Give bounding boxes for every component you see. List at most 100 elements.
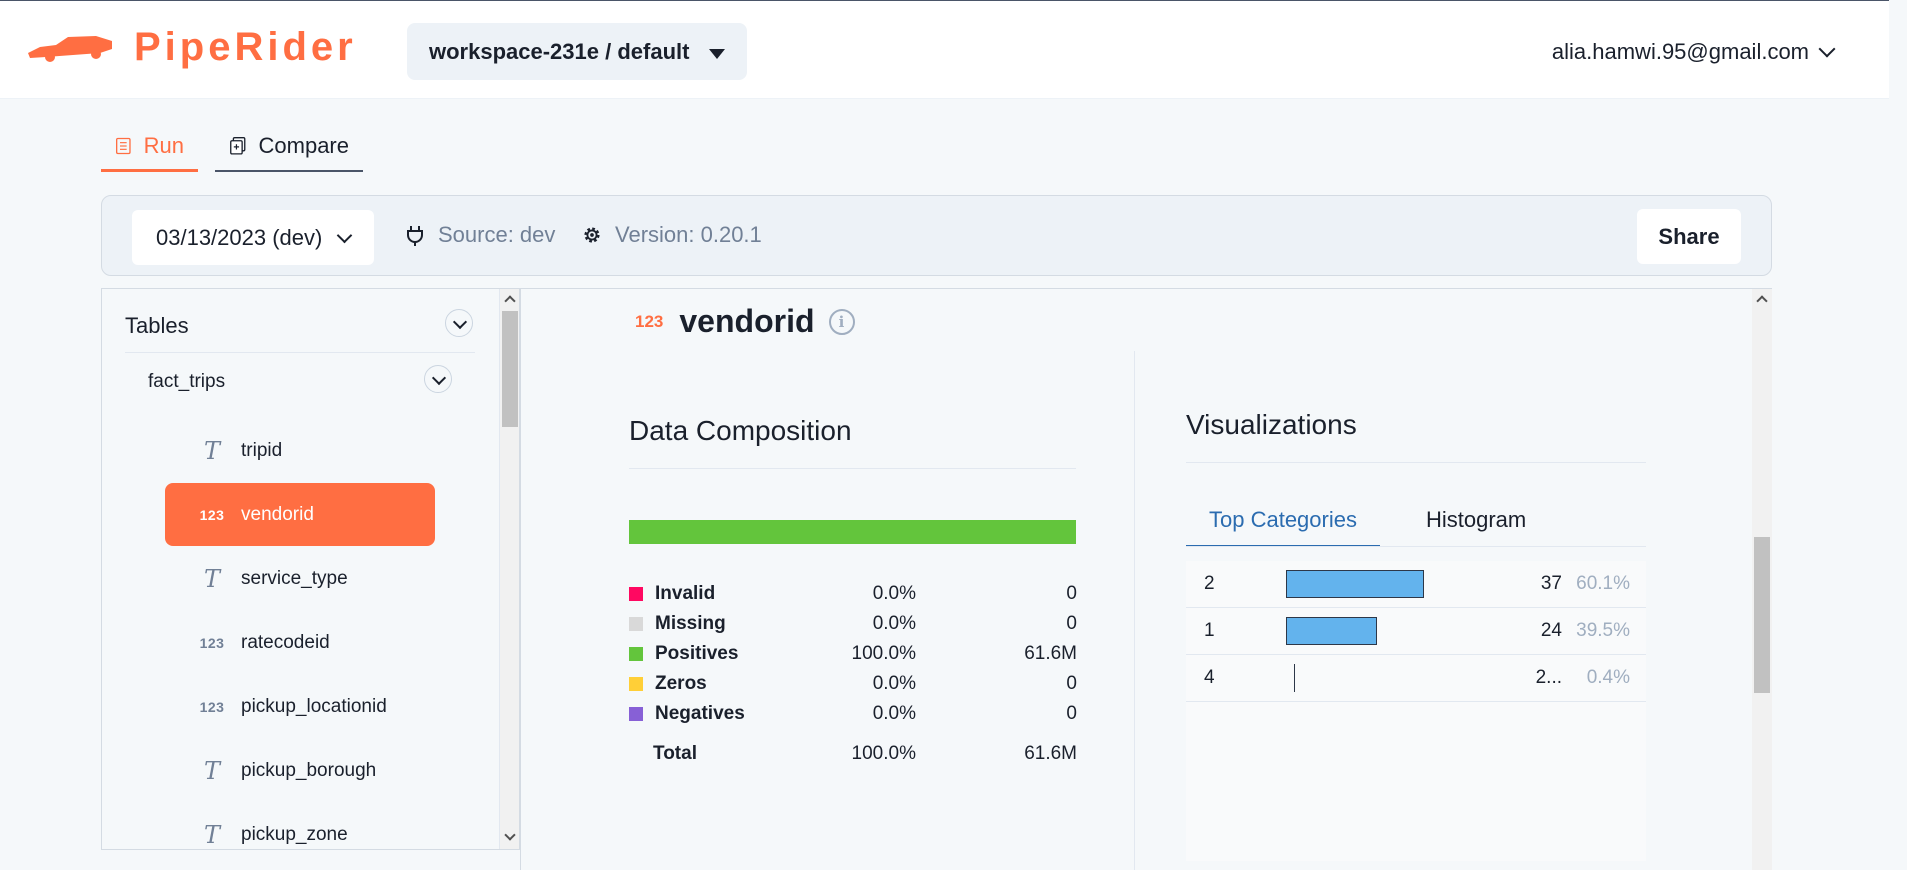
collapse-tables-chevron-icon[interactable] xyxy=(445,309,473,337)
legend-pct: 0.0% xyxy=(872,673,916,694)
category-count: 24 xyxy=(1540,620,1562,641)
category-pct: 39.5% xyxy=(1576,620,1630,641)
tab-top-categories[interactable]: Top Categories xyxy=(1186,495,1380,547)
legend-row-invalid: Invalid 0.0% 0 xyxy=(629,583,1089,613)
column-name: pickup_borough xyxy=(241,759,377,781)
legend-swatch xyxy=(629,677,643,691)
category-row: 4 2... 0.4% xyxy=(1186,655,1646,702)
column-item-pickup-zone[interactable]: T pickup_zone xyxy=(165,803,435,849)
data-composition-title: Data Composition xyxy=(629,415,852,446)
column-item-tripid[interactable]: T tripid xyxy=(165,419,435,482)
logo-text: PipeRider xyxy=(134,25,357,69)
legend-swatch xyxy=(629,617,643,631)
user-email: alia.hamwi.95@gmail.com xyxy=(1551,39,1809,64)
main-scrollbar[interactable] xyxy=(1752,289,1772,870)
legend-label: Negatives xyxy=(655,703,745,724)
category-row: 2 37 60.1% xyxy=(1186,561,1646,608)
category-count: 37 xyxy=(1540,573,1562,594)
composition-segment xyxy=(629,520,1076,544)
column-item-pickup-borough[interactable]: T pickup_borough xyxy=(165,739,435,802)
total-label: Total xyxy=(653,743,697,764)
legend-count: 0 xyxy=(1066,583,1077,604)
numeric-type-icon: 123 xyxy=(635,311,664,331)
text-type-icon: T xyxy=(203,564,220,593)
column-name: ratecodeid xyxy=(241,631,330,653)
category-pct: 60.1% xyxy=(1576,573,1630,594)
tables-heading: Tables xyxy=(125,313,189,338)
total-pct: 100.0% xyxy=(851,743,916,764)
category-key: 2 xyxy=(1204,573,1215,594)
share-button[interactable]: Share xyxy=(1637,209,1741,264)
legend-row-missing: Missing 0.0% 0 xyxy=(629,613,1089,643)
app-header: PipeRider workspace-231e / default alia.… xyxy=(0,0,1889,99)
legend-label: Zeros xyxy=(655,673,707,694)
version-info: Version: 0.20.1 xyxy=(581,222,762,248)
legend-swatch xyxy=(629,587,643,601)
scroll-up-icon[interactable] xyxy=(504,295,516,307)
category-count: 2... xyxy=(1535,667,1562,688)
text-type-icon: T xyxy=(203,820,220,849)
column-name: service_type xyxy=(241,567,348,589)
composition-bar xyxy=(629,520,1076,544)
column-name: pickup_locationid xyxy=(241,695,387,717)
version-label: Version: 0.20.1 xyxy=(615,222,762,247)
visualizations-title: Visualizations xyxy=(1186,409,1357,440)
workspace-label: workspace-231e / default xyxy=(429,38,690,64)
category-row: 1 24 39.5% xyxy=(1186,608,1646,655)
collapse-table-chevron-icon[interactable] xyxy=(424,365,452,393)
column-name: pickup_zone xyxy=(241,823,348,845)
scroll-up-icon[interactable] xyxy=(1756,295,1768,307)
tables-sidebar: Tables fact_trips T tripid 123 vendorid … xyxy=(101,288,520,850)
category-key: 4 xyxy=(1204,667,1215,688)
legend-label: Positives xyxy=(655,643,739,664)
info-icon[interactable]: i xyxy=(828,308,855,335)
table-name-fact-trips[interactable]: fact_trips xyxy=(148,371,225,393)
category-pct: 0.4% xyxy=(1586,667,1630,688)
column-title: 123 vendorid i xyxy=(635,303,855,340)
column-item-vendorid[interactable]: 123 vendorid xyxy=(165,483,435,546)
legend-count: 0 xyxy=(1066,673,1077,694)
chevron-down-icon xyxy=(336,227,353,244)
category-bar xyxy=(1286,570,1424,598)
column-title-name: vendorid xyxy=(679,303,815,339)
column-item-pickup-locationid[interactable]: 123 pickup_locationid xyxy=(165,675,435,738)
category-bar xyxy=(1294,664,1295,692)
run-info-bar: 03/13/2023 (dev) Source: dev Version: 0.… xyxy=(101,195,1772,276)
total-count: 61.6M xyxy=(1024,743,1077,764)
sidebar-scrollbar[interactable] xyxy=(499,289,519,849)
legend-row-negatives: Negatives 0.0% 0 xyxy=(629,703,1089,733)
tab-histogram[interactable]: Histogram xyxy=(1403,495,1549,545)
car-logo-icon xyxy=(28,35,112,62)
column-item-service-type[interactable]: T service_type xyxy=(165,547,435,610)
source-label: Source: dev xyxy=(438,222,556,247)
text-type-icon: T xyxy=(203,436,220,465)
run-date-selector[interactable]: 03/13/2023 (dev) xyxy=(132,210,374,265)
legend-count: 0 xyxy=(1066,613,1077,634)
run-list-icon xyxy=(115,137,131,154)
composition-legend: Invalid 0.0% 0 Missing 0.0% 0 Positives … xyxy=(629,583,1089,773)
source-info: Source: dev xyxy=(404,222,555,248)
divider xyxy=(125,352,475,353)
divider xyxy=(1134,351,1135,870)
scrollbar-thumb[interactable] xyxy=(502,311,518,427)
tab-compare[interactable]: Compare xyxy=(215,122,363,172)
piperider-logo[interactable]: PipeRider xyxy=(26,25,357,70)
divider xyxy=(629,468,1076,469)
divider xyxy=(1186,546,1646,547)
scrollbar-thumb[interactable] xyxy=(1754,537,1770,693)
scroll-down-icon[interactable] xyxy=(504,829,516,841)
numeric-type-icon: 123 xyxy=(199,506,225,523)
divider xyxy=(1186,462,1646,463)
column-detail-panel: 123 vendorid i Data Composition Invalid … xyxy=(520,288,1772,870)
chevron-down-icon xyxy=(1818,40,1836,58)
user-menu[interactable]: alia.hamwi.95@gmail.com xyxy=(1551,39,1836,65)
legend-pct: 0.0% xyxy=(872,613,916,634)
legend-label: Invalid xyxy=(655,583,716,604)
workspace-selector[interactable]: workspace-231e / default xyxy=(407,23,747,80)
legend-pct: 0.0% xyxy=(872,703,916,724)
column-item-ratecodeid[interactable]: 123 ratecodeid xyxy=(165,611,435,674)
category-bar xyxy=(1286,617,1377,645)
legend-pct: 0.0% xyxy=(872,583,916,604)
category-key: 1 xyxy=(1204,620,1215,641)
tab-run[interactable]: Run xyxy=(101,122,198,172)
